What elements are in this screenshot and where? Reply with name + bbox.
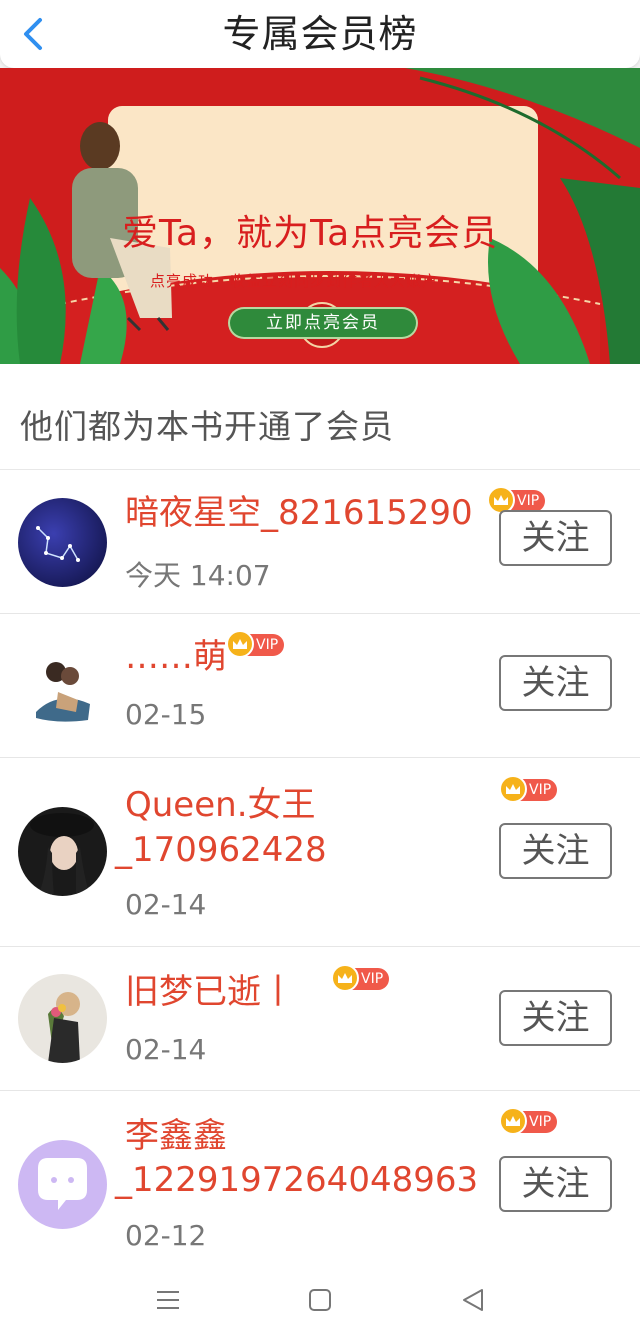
page-title: 专属会员榜 (222, 12, 418, 56)
menu-button[interactable] (153, 1285, 183, 1315)
chat-bubble-icon (38, 1158, 87, 1210)
member-name[interactable]: 暗夜星空_821615290 (125, 492, 473, 534)
member-name-line2[interactable]: _170962428 (115, 829, 327, 871)
vip-label: VIP (361, 971, 384, 987)
follow-button[interactable]: 关注 (499, 1156, 612, 1212)
system-back-button[interactable] (458, 1285, 488, 1315)
home-square-icon (309, 1289, 331, 1311)
join-time: 02-14 (125, 1033, 207, 1066)
avatar[interactable] (18, 807, 107, 896)
crown-icon (331, 964, 359, 992)
crown-icon (226, 630, 254, 658)
join-time: 02-12 (125, 1219, 207, 1252)
avatar[interactable] (18, 1140, 107, 1229)
bouquet-photo-image (48, 992, 80, 1063)
list-item: 暗夜星空_821615290 VIP 今天 14:07 关注 (0, 470, 640, 614)
list-item: 旧梦已逝丨 VIP 02-14 关注 (0, 947, 640, 1091)
member-name[interactable]: 旧梦已逝丨 (125, 971, 295, 1013)
section-title: 他们都为本书开通了会员 (0, 364, 640, 470)
follow-button[interactable]: 关注 (499, 990, 612, 1046)
vip-label: VIP (256, 637, 279, 653)
banner-subtitle: 点亮成功，收益立刻同步到作者大大账户 (150, 272, 439, 290)
top-app-bar: 专属会员榜 (0, 0, 640, 68)
vip-badge: VIP (499, 1107, 558, 1135)
list-item: 李鑫鑫 _1229197264048963 VIP 02-12 关注 (0, 1091, 640, 1269)
promo-banner[interactable]: 爱Ta，就为Ta点亮会员 点亮成功，收益立刻同步到作者大大账户 立即点亮会员 (0, 68, 640, 364)
member-name-line1[interactable]: 李鑫鑫 (125, 1115, 227, 1157)
follow-button[interactable]: 关注 (499, 655, 612, 711)
join-time: 今天 14:07 (125, 559, 271, 592)
system-nav-bar (0, 1268, 640, 1339)
banner-headline: 爱Ta，就为Ta点亮会员 (122, 213, 499, 254)
vip-label: VIP (517, 493, 540, 509)
girl-portrait-image (30, 813, 94, 896)
vip-badge: VIP (226, 630, 285, 658)
vip-badge: VIP (487, 486, 546, 514)
join-time: 02-15 (125, 698, 207, 731)
vip-label: VIP (529, 782, 552, 798)
home-button[interactable] (305, 1285, 335, 1315)
follow-button[interactable]: 关注 (499, 823, 612, 879)
avatar[interactable] (18, 642, 107, 731)
member-name-line2[interactable]: _1229197264048963 (115, 1159, 478, 1201)
follow-button[interactable]: 关注 (499, 510, 612, 566)
crown-icon (499, 775, 527, 803)
activate-membership-button[interactable]: 立即点亮会员 (230, 309, 416, 337)
constellation-image (36, 526, 80, 562)
anime-couple-image (36, 662, 90, 722)
list-item: Queen.女王 _170962428 VIP 02-14 关注 (0, 758, 640, 947)
avatar[interactable] (18, 974, 107, 1063)
vip-label: VIP (529, 1114, 552, 1130)
avatar[interactable] (18, 498, 107, 587)
vip-badge: VIP (499, 775, 558, 803)
vip-badge: VIP (331, 964, 390, 992)
member-name-line1[interactable]: Queen.女王 (125, 784, 316, 826)
menu-icon (157, 1291, 179, 1309)
back-triangle-icon (463, 1289, 483, 1311)
member-name[interactable]: ……萌 (125, 636, 227, 678)
join-time: 02-14 (125, 888, 207, 921)
list-item: ……萌 VIP 02-15 关注 (0, 614, 640, 758)
crown-icon (499, 1107, 527, 1135)
